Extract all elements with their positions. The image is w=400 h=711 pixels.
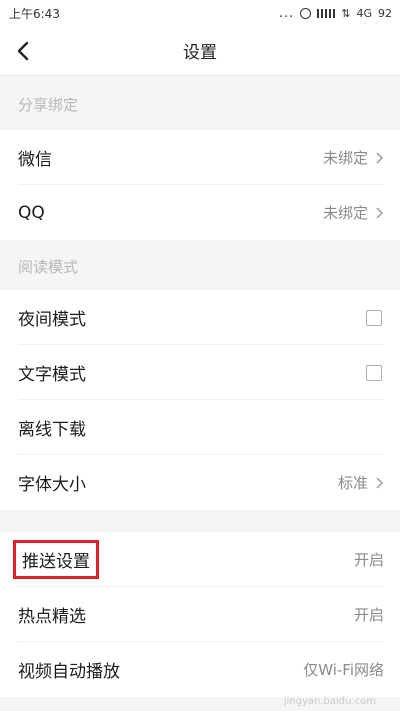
row-value: 开启 [353, 606, 384, 624]
row-label: QQ [18, 202, 45, 223]
row-value: 未绑定 [322, 204, 368, 222]
status-time: 上午6:43 [9, 6, 60, 21]
chevron-right-icon [376, 151, 384, 164]
section-title: 分享绑定 [18, 95, 79, 114]
network-type: 4G [356, 6, 372, 20]
row-value: 开启 [353, 551, 384, 569]
row-value: 标准 [337, 474, 368, 492]
row-label: 离线下载 [18, 420, 86, 440]
row-label: 字体大小 [18, 475, 86, 495]
alarm-icon [300, 7, 312, 19]
row-label: 夜间模式 [18, 310, 86, 330]
status-bar: 上午6:43 ... ⇅ 4G 92 [0, 0, 400, 26]
row-night-mode[interactable]: 夜间模式 [0, 290, 400, 345]
page-title: 设置 [183, 43, 217, 63]
night-mode-checkbox[interactable] [366, 309, 382, 326]
row-video-autoplay[interactable]: 视频自动播放 仅Wi-Fi网络 [0, 642, 400, 697]
row-value-group: 开启 [354, 604, 384, 625]
row-font-size[interactable]: 字体大小 标准 [0, 455, 400, 510]
row-label: 推送设置 [13, 540, 99, 579]
section-header-share: 分享绑定 [0, 78, 400, 130]
back-arrow-icon[interactable] [13, 38, 35, 64]
row-label: 微信 [18, 150, 52, 170]
row-value: 仅Wi-Fi网络 [303, 661, 384, 679]
row-value-group: 仅Wi-Fi网络 [303, 659, 384, 680]
row-value: 未绑定 [322, 149, 368, 167]
row-value-group: 开启 [354, 549, 384, 570]
text-mode-checkbox[interactable] [366, 364, 382, 381]
status-icons: ... ⇅ 4G 92 [279, 6, 392, 21]
row-offline-download[interactable]: 离线下载 [0, 400, 400, 455]
chevron-right-icon [376, 476, 384, 489]
section-title: 阅读模式 [18, 257, 79, 276]
more-notifications-icon: ... [278, 5, 295, 21]
row-value-group: 未绑定 [323, 147, 384, 168]
row-wechat[interactable]: 微信 未绑定 [0, 130, 400, 185]
chevron-right-icon [376, 206, 384, 219]
section-gap [0, 510, 400, 532]
battery-level: 92 [378, 6, 392, 20]
row-value-group: 标准 [338, 472, 384, 493]
wifi-icon: ⇅ [341, 6, 351, 20]
row-hot-picks[interactable]: 热点精选 开启 [0, 587, 400, 642]
row-label: 视频自动播放 [18, 662, 120, 682]
row-push-settings[interactable]: 推送设置 开启 [0, 532, 400, 587]
row-label: 热点精选 [18, 607, 86, 627]
row-text-mode[interactable]: 文字模式 [0, 345, 400, 400]
watermark: jingyan.baidu.com [283, 696, 376, 707]
row-value-group: 未绑定 [323, 202, 384, 223]
signal-icon [317, 8, 336, 18]
row-label: 文字模式 [18, 365, 86, 385]
nav-bar: 设置 [0, 26, 400, 76]
row-qq[interactable]: QQ 未绑定 [0, 185, 400, 240]
section-header-read: 阅读模式 [0, 240, 400, 292]
